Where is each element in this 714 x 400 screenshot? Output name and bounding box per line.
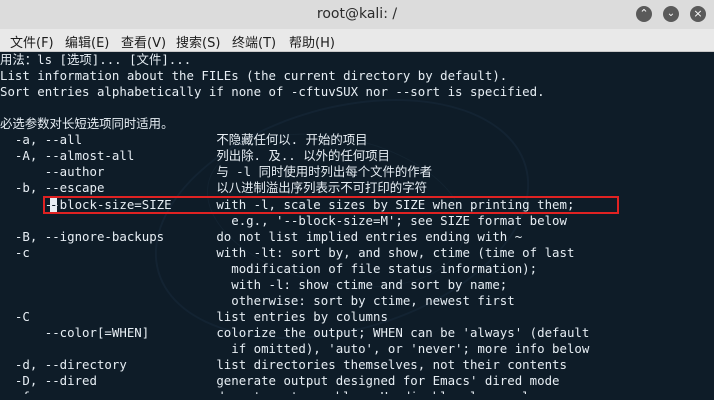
terminal-line: -B, --ignore-backups do not list implied… bbox=[0, 229, 523, 244]
bottom-edge bbox=[0, 394, 714, 400]
terminal-window: root@kali: / ⌃ ⌄ × 文件(F) 编辑(E) 查看(V) 搜索(… bbox=[0, 0, 714, 400]
terminal-line: -b, --escape 以八进制溢出序列表示不可打印的字符 bbox=[0, 180, 427, 195]
menu-terminal[interactable]: 终端(T) bbox=[232, 32, 276, 51]
minimize-icon: ⌃ bbox=[639, 7, 649, 20]
terminal-line: --author 与 -l 同时使用时列出每个文件的作者 bbox=[0, 164, 433, 179]
terminal-line: e.g., '--block-size=M'; see SIZE format … bbox=[0, 213, 567, 228]
terminal-line: -d, --directory list directories themsel… bbox=[0, 357, 567, 372]
terminal-line: 用法：ls [选项]... [文件]... bbox=[0, 52, 192, 67]
terminal-line: -A, --almost-all 列出除. 及.. 以外的任何项目 bbox=[0, 148, 390, 163]
maximize-button[interactable]: ⌄ bbox=[663, 6, 679, 22]
menu-help[interactable]: 帮助(H) bbox=[289, 32, 335, 51]
terminal-line: Sort entries alphabetically if none of -… bbox=[0, 84, 545, 99]
terminal-lines: 用法：ls [选项]... [文件]... List information a… bbox=[0, 52, 714, 400]
red-highlight-box bbox=[43, 196, 619, 214]
menu-search[interactable]: 搜索(S) bbox=[176, 32, 220, 51]
window-title: root@kali: / bbox=[316, 6, 398, 22]
terminal-line: modification of file status information)… bbox=[0, 261, 538, 276]
menu-file[interactable]: 文件(F) bbox=[10, 32, 54, 51]
terminal-line: -c with -lt: sort by, and show, ctime (t… bbox=[0, 245, 575, 260]
minimize-button[interactable]: ⌃ bbox=[636, 6, 652, 22]
menu-edit[interactable]: 编辑(E) bbox=[65, 32, 109, 51]
menu-view[interactable]: 查看(V) bbox=[121, 32, 166, 51]
terminal-line: otherwise: sort by ctime, newest first bbox=[0, 293, 515, 308]
terminal-line: -a, --all 不隐藏任何以. 开始的项目 bbox=[0, 132, 368, 147]
terminal-line: -C list entries by columns bbox=[0, 309, 388, 324]
menu-bar: 文件(F) 编辑(E) 查看(V) 搜索(S) 终端(T) 帮助(H) bbox=[0, 29, 714, 52]
terminal-content[interactable]: 用法：ls [选项]... [文件]... List information a… bbox=[0, 52, 714, 400]
cursor-character: - bbox=[50, 197, 58, 212]
close-icon: × bbox=[693, 7, 703, 20]
terminal-line: List information about the FILEs (the cu… bbox=[0, 68, 508, 83]
title-bar[interactable]: root@kali: / ⌃ ⌄ × bbox=[0, 0, 714, 30]
terminal-line: --color[=WHEN] colorize the output; WHEN… bbox=[0, 325, 590, 340]
terminal-line: -D, --dired generate output designed for… bbox=[0, 373, 560, 388]
terminal-line: with -l: show ctime and sort by name; bbox=[0, 277, 508, 292]
close-button[interactable]: × bbox=[690, 6, 706, 22]
terminal-line: if omitted), 'auto', or 'never'; more in… bbox=[0, 341, 590, 356]
maximize-icon: ⌄ bbox=[666, 8, 676, 19]
terminal-line: 必选参数对长短选项同时适用。 bbox=[0, 116, 174, 131]
